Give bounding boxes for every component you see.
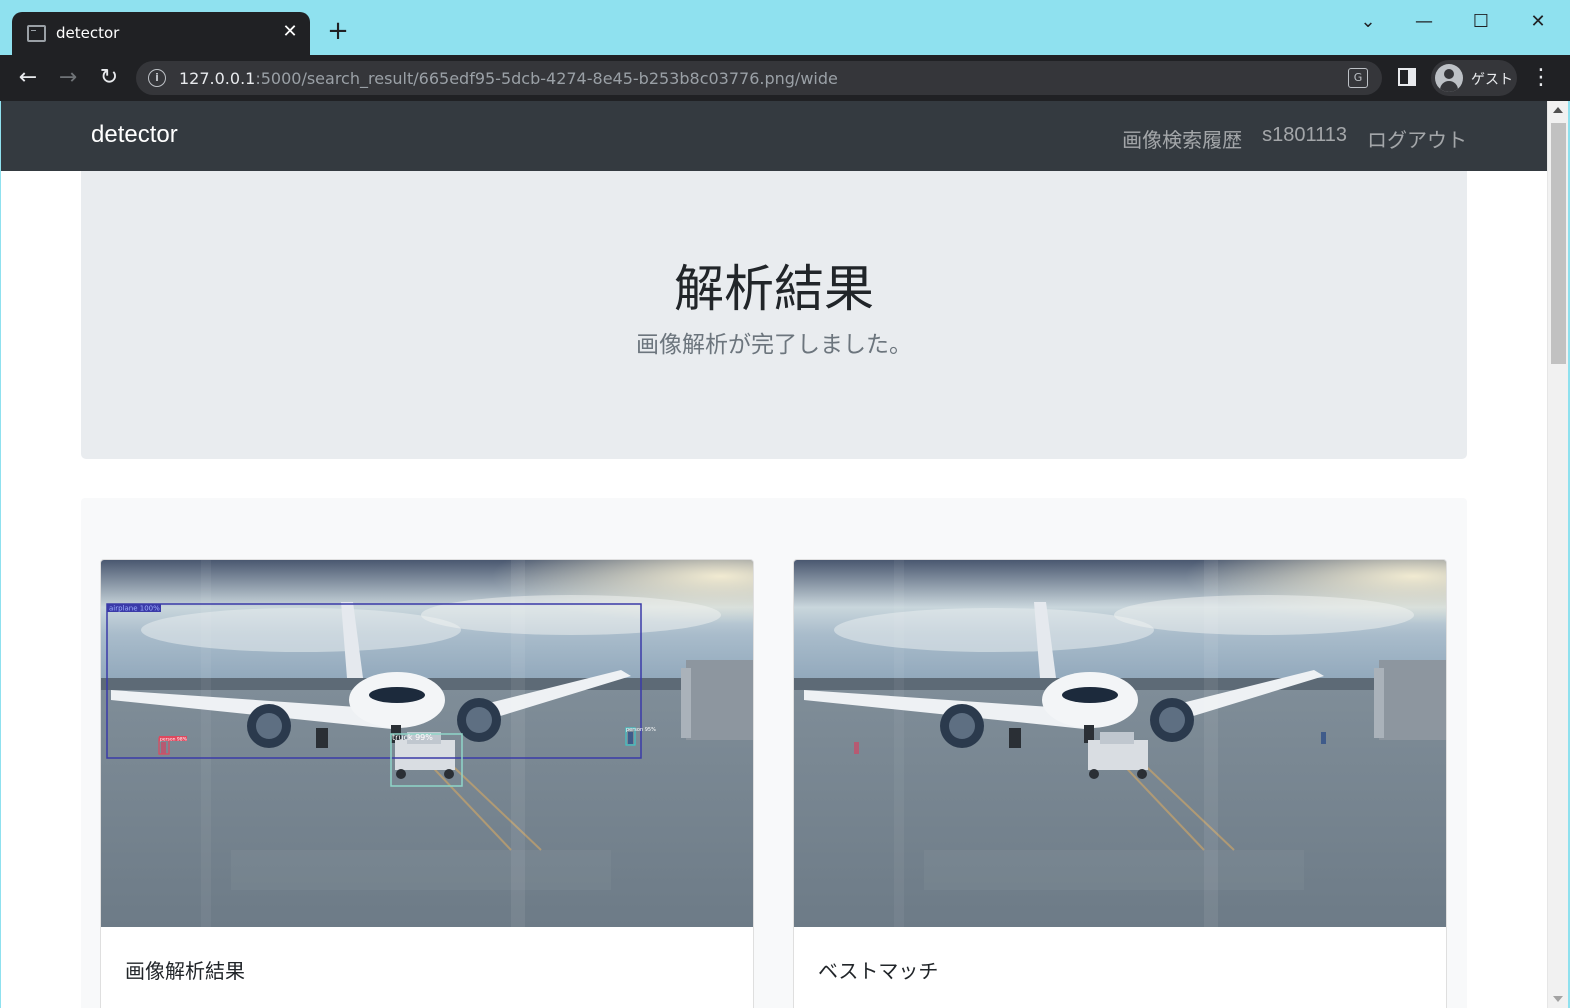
close-tab-icon[interactable]: ✕: [280, 22, 300, 42]
analysis-image[interactable]: airplane 100% truck 99% person 98% perso…: [101, 560, 753, 927]
new-tab-button[interactable]: +: [326, 18, 350, 44]
page-title: 解析結果: [674, 260, 874, 318]
detection-label-truck: truck 99%: [392, 733, 433, 742]
site-info-icon[interactable]: i: [148, 69, 166, 87]
profile-name: ゲスト: [1471, 72, 1513, 88]
url-text[interactable]: 127.0.0.1:5000/search_result/665edf95-5d…: [179, 69, 838, 88]
forward-arrow-icon[interactable]: →: [55, 65, 81, 91]
site-navbar: detector 画像検索履歴 s1801113 ログアウト: [1, 101, 1547, 171]
card-title-best-match: ベストマッチ: [818, 959, 939, 983]
nav-links: 画像検索履歴 s1801113 ログアウト: [1122, 124, 1467, 153]
result-card-analysis: airplane 100% truck 99% person 98% perso…: [100, 559, 754, 1008]
browser-toolbar: ← → ↻ i 127.0.0.1:5000/search_result/665…: [0, 55, 1570, 101]
scroll-down-arrow-icon[interactable]: [1553, 996, 1563, 1002]
results-section: airplane 100% truck 99% person 98% perso…: [81, 498, 1467, 1008]
tab-title: detector: [56, 24, 120, 42]
reload-icon[interactable]: ↻: [96, 65, 122, 91]
best-match-image[interactable]: [794, 560, 1446, 927]
minimize-button[interactable]: —: [1412, 10, 1436, 34]
profile-button[interactable]: ゲスト: [1431, 60, 1517, 96]
browser-tabstrip: detector ✕ + ⌄ — ☐ ✕: [0, 0, 1570, 55]
page-scrollbar[interactable]: [1547, 101, 1568, 1008]
terminal-icon: [27, 25, 46, 42]
detection-label-person-1: person 98%: [160, 736, 188, 742]
tab-search-chevron-icon[interactable]: ⌄: [1356, 10, 1380, 34]
browser-tab-active[interactable]: detector ✕: [12, 12, 310, 55]
scroll-up-arrow-icon[interactable]: [1553, 107, 1563, 113]
brand-link[interactable]: detector: [91, 121, 178, 149]
nav-link-logout[interactable]: ログアウト: [1367, 124, 1467, 153]
nav-link-user[interactable]: s1801113: [1262, 124, 1347, 153]
detection-label-airplane: airplane 100%: [109, 605, 160, 613]
card-body-best-match: ベストマッチ: [794, 927, 1446, 1008]
side-panel-icon[interactable]: [1398, 68, 1416, 86]
page-viewport: detector 画像検索履歴 s1801113 ログアウト 解析結果 画像解析…: [1, 101, 1547, 1008]
result-card-best-match: ベストマッチ: [793, 559, 1447, 1008]
hero-jumbotron: 解析結果 画像解析が完了しました。: [81, 171, 1467, 459]
more-menu-icon[interactable]: ⋮: [1530, 65, 1552, 91]
url-path: :5000/search_result/665edf95-5dcb-4274-8…: [255, 69, 838, 88]
nav-link-history[interactable]: 画像検索履歴: [1122, 124, 1242, 153]
detection-label-person-2: person 95%: [626, 727, 656, 733]
page-subtitle: 画像解析が完了しました。: [636, 332, 912, 358]
translate-icon[interactable]: G: [1348, 68, 1368, 88]
card-body-analysis: 画像解析結果: [101, 927, 753, 1008]
url-host: 127.0.0.1: [179, 69, 256, 88]
card-title-analysis: 画像解析結果: [125, 959, 245, 983]
close-window-button[interactable]: ✕: [1526, 10, 1550, 34]
back-arrow-icon[interactable]: ←: [15, 65, 41, 91]
address-bar[interactable]: i 127.0.0.1:5000/search_result/665edf95-…: [136, 61, 1382, 95]
avatar-icon: [1435, 64, 1463, 92]
scrollbar-thumb[interactable]: [1551, 123, 1566, 364]
maximize-button[interactable]: ☐: [1469, 10, 1493, 34]
